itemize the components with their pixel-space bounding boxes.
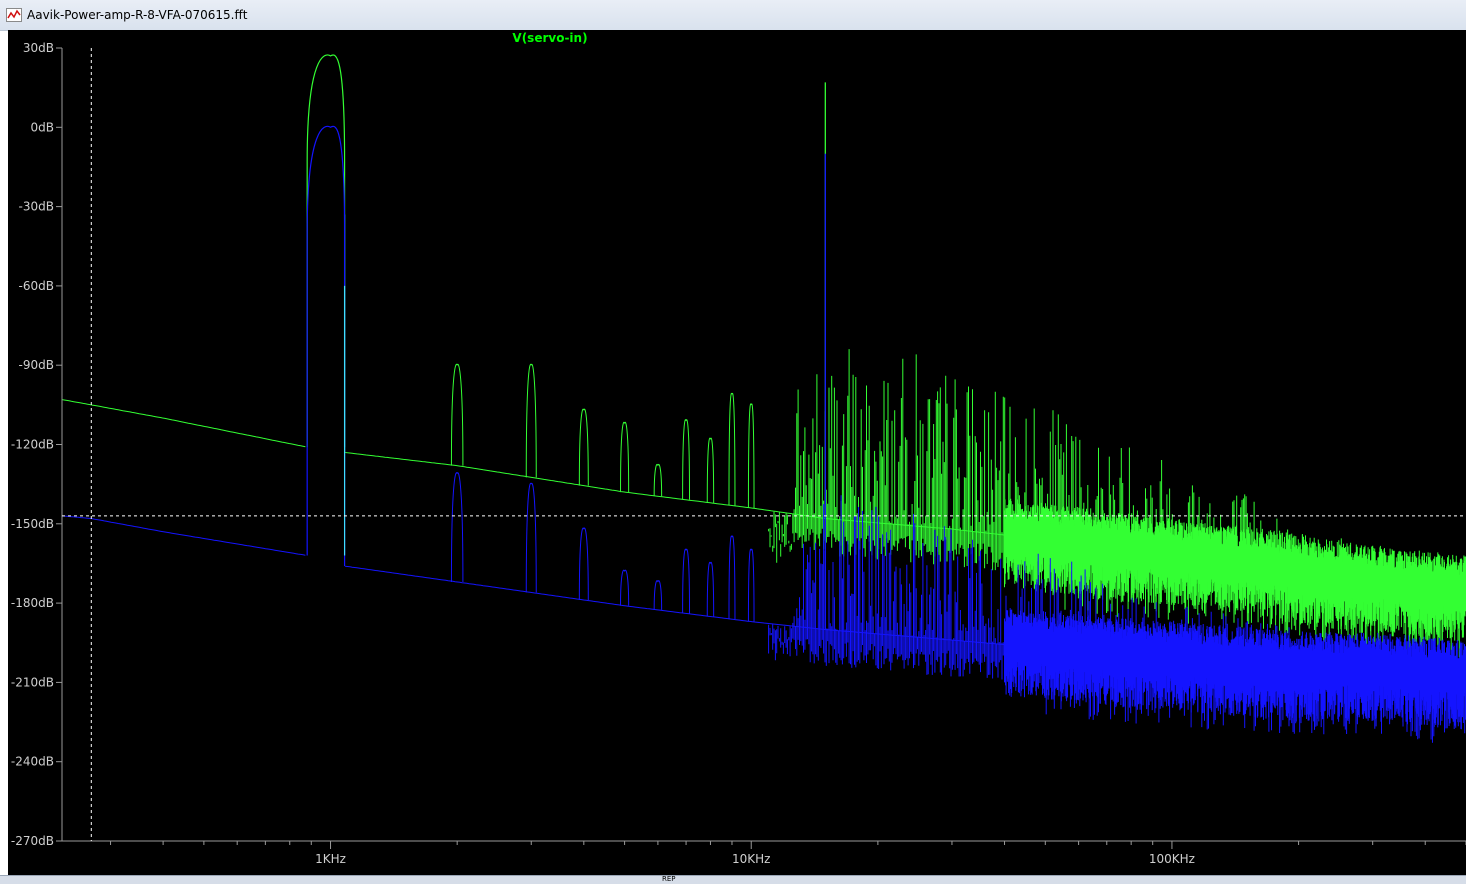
waveform-app-icon — [6, 8, 22, 22]
harmonic-peak — [747, 548, 755, 622]
y-tick-label: -60dB — [19, 279, 54, 293]
x-tick-label: 10KHz — [732, 852, 770, 866]
harmonic-peak — [706, 561, 715, 617]
harmonic-peak — [706, 437, 715, 503]
y-tick-label: -30dB — [19, 200, 54, 214]
x-tick-label: 100KHz — [1149, 852, 1195, 866]
axes-layer: 30dB 0dB -30dB -60dB -90dB -120dB -150dB -180dB… — [11, 41, 1466, 866]
harmonic-peak — [653, 580, 663, 610]
status-bar-fragment: REP — [662, 875, 676, 883]
y-tick-label: 0dB — [31, 120, 54, 134]
fundamental-peak — [306, 54, 346, 453]
fundamental-peak — [306, 125, 346, 567]
harmonic-peak — [450, 363, 464, 466]
window-titlebar: Aavik-Power-amp-R-8-VFA-070615.fft — [0, 0, 1466, 31]
green-trace[interactable] — [61, 54, 1466, 658]
harmonic-peak — [578, 527, 589, 600]
plot-area[interactable]: 30dB 0dB -30dB -60dB -90dB -120dB -150dB -180dB… — [8, 30, 1466, 875]
y-tick-label: -240dB — [11, 755, 54, 769]
harmonic-peak — [620, 569, 630, 606]
y-tick-label: -210dB — [11, 675, 54, 689]
harmonic-peak — [525, 363, 537, 478]
harmonic-peak — [525, 482, 537, 593]
y-tick-label: -270dB — [11, 834, 54, 848]
fft-plot[interactable]: 30dB 0dB -30dB -60dB -90dB -120dB -150dB -180dB… — [8, 30, 1466, 875]
window-title: Aavik-Power-amp-R-8-VFA-070615.fft — [27, 8, 248, 22]
harmonic-peak — [653, 463, 663, 497]
y-tick-label: -180dB — [11, 596, 54, 610]
harmonic-peak — [620, 421, 630, 493]
trace-layer — [61, 54, 1466, 743]
y-tick-label: -120dB — [11, 438, 54, 452]
harmonic-peak — [682, 419, 691, 500]
y-tick-label: -90dB — [19, 358, 54, 372]
y-tick-label: -150dB — [11, 517, 54, 531]
x-tick-label: 1KHz — [315, 852, 346, 866]
harmonic-peak — [682, 548, 691, 614]
blue-trace[interactable] — [61, 125, 1466, 743]
harmonic-peak — [728, 392, 736, 506]
harmonic-peak — [728, 535, 736, 620]
y-tick-label: 30dB — [23, 41, 54, 55]
harmonic-peak — [747, 403, 755, 508]
trace-title[interactable]: V(servo-in) — [512, 31, 587, 45]
harmonic-peak — [578, 408, 589, 486]
harmonic-peak — [450, 472, 464, 582]
